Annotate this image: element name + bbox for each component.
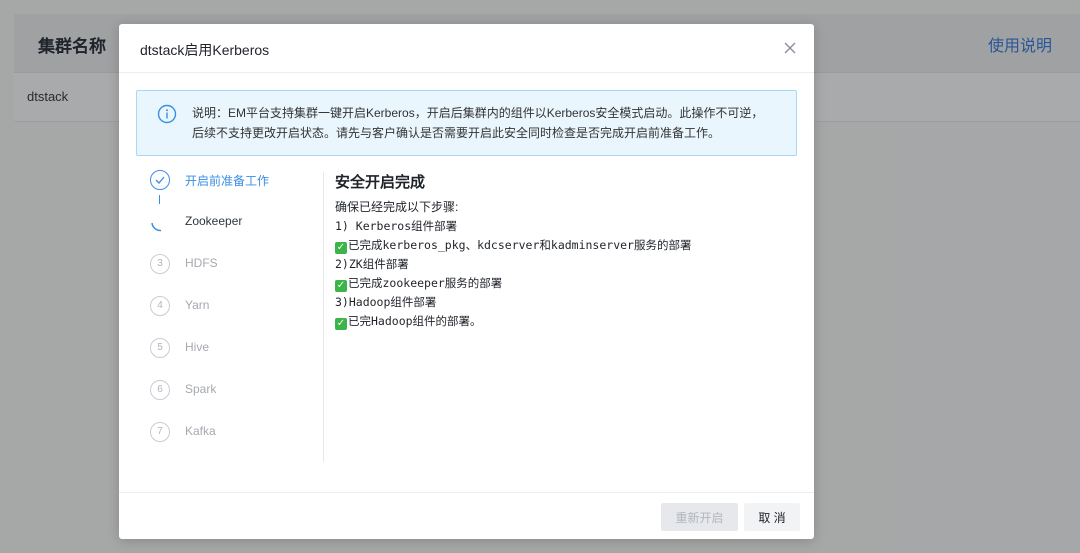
step-number: 5 [150,338,170,358]
step-number: 7 [150,422,170,442]
loading-spinner-icon [150,212,170,232]
step-label: Spark [185,382,217,396]
step-hive: 5 Hive [149,337,319,361]
step-zookeeper: Zookeeper [149,211,319,235]
restart-button[interactable]: 重新开启 [661,503,738,531]
step-label: Zookeeper [185,214,243,228]
step-label: 开启前准备工作 [185,174,270,188]
alert-line-1: 说明：EM平台支持集群一键开启Kerberos，开启后集群内的组件以Kerber… [192,106,764,120]
step-hdfs: 3 HDFS [149,253,319,277]
content-line-text: 已完成kerberos_pkg、kdcserver和kadminserver服务… [348,238,692,252]
step-label: Kafka [185,424,216,438]
content-line: ✓ 已完Hadoop组件的部署。 [335,312,795,331]
step-yarn: 4 Yarn [149,295,319,319]
step-label: Hive [185,340,210,354]
step-label: Yarn [185,298,210,312]
content-line-text: 已完Hadoop组件的部署。 [348,314,482,328]
check-icon [150,170,170,190]
steps-divider [323,172,324,462]
content-line: 2)ZK组件部署 [335,257,409,271]
kerberos-modal: dtstack启用Kerberos 说明：EM平台支持集群一键开启Kerbero… [119,24,814,539]
content-line: 3)Hadoop组件部署 [335,295,437,309]
content-intro: 确保已经完成以下步骤: [335,200,459,214]
modal-footer: 重新开启 取 消 [119,492,814,540]
step-connector [159,195,160,204]
content-line: 1) Kerberos组件部署 [335,219,458,233]
close-icon[interactable] [780,38,800,58]
content-line: ✓ 已完成kerberos_pkg、kdcserver和kadminserver服… [335,236,795,255]
content-title: 安全开启完成 [335,174,426,191]
step-number: 6 [150,380,170,400]
step-number: 4 [150,296,170,316]
content-line-text: 已完成zookeeper服务的部署 [348,276,503,290]
info-alert: 说明：EM平台支持集群一键开启Kerberos，开启后集群内的组件以Kerber… [136,90,797,156]
modal-title: dtstack启用Kerberos [140,42,270,58]
info-icon [157,104,177,124]
step-kafka: 7 Kafka [149,421,319,445]
check-mark-icon: ✓ [335,318,347,330]
step-preparation: 开启前准备工作 [149,169,319,204]
step-spark: 6 Spark [149,379,319,403]
check-mark-icon: ✓ [335,242,347,254]
steps-list: 开启前准备工作 Zookeeper 3 HDFS 4 Yarn 5 Hive 6… [149,169,319,469]
step-number: 3 [150,254,170,274]
alert-text: 说明：EM平台支持集群一键开启Kerberos，开启后集群内的组件以Kerber… [192,103,782,143]
check-mark-icon: ✓ [335,280,347,292]
step-content: 安全开启完成 确保已经完成以下步骤: 1) Kerberos组件部署 ✓ 已完成k… [335,172,795,331]
step-label: HDFS [185,256,218,270]
alert-line-2: 后续不支持更改开启状态。请先与客户确认是否需要开启此安全同时检查是否完成开启前准… [192,126,721,140]
content-line: ✓ 已完成zookeeper服务的部署 [335,274,795,293]
cancel-button[interactable]: 取 消 [744,503,800,531]
modal-header: dtstack启用Kerberos [119,24,814,73]
